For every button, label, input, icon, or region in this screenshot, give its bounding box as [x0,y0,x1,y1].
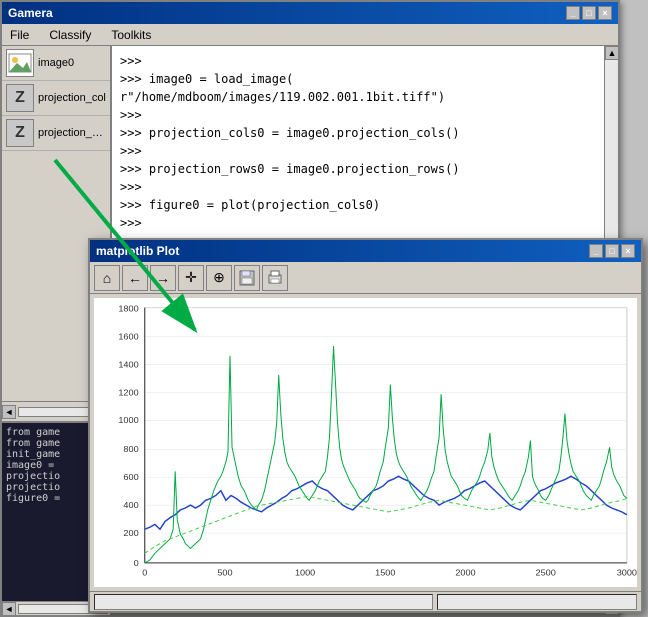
console-line-3: >>> [120,106,596,124]
svg-text:0: 0 [134,558,139,568]
matplotlib-status-right [437,594,637,610]
toolbar-zoom-button[interactable]: ⊕ [206,265,232,291]
svg-text:500: 500 [217,568,232,578]
svg-text:2500: 2500 [536,568,556,578]
console-line-7: >>> [120,178,596,196]
svg-text:1800: 1800 [118,304,138,314]
toolbar-back-button[interactable]: ← [122,265,148,291]
svg-text:400: 400 [123,500,138,510]
sidebar-label-projection-cols: projection_col [38,92,106,104]
sidebar-item-image0[interactable]: image0 [2,46,110,81]
svg-text:1200: 1200 [118,388,138,398]
console-line-9: >>> [120,214,596,232]
console-line-2: r"/home/mdboom/images/119.002.001.1bit.t… [120,88,596,106]
matplotlib-title-buttons: _ □ × [589,244,635,258]
svg-text:1600: 1600 [118,332,138,342]
console-line-1: >>> image0 = load_image( [120,70,596,88]
toolbar-save-button[interactable] [234,265,260,291]
close-button[interactable]: × [598,6,612,20]
svg-text:3000: 3000 [617,568,637,578]
matplotlib-body: 1800 1600 1400 1200 1000 800 600 400 200… [90,294,641,611]
menu-file[interactable]: File [6,26,33,44]
matplotlib-minimize[interactable]: _ [589,244,603,258]
menu-toolkits[interactable]: Toolkits [107,26,155,44]
svg-text:200: 200 [123,528,138,538]
console-line-5: >>> [120,142,596,160]
gamera-title-bar: Gamera _ □ × [2,2,618,24]
sb-scroll-left[interactable]: ◄ [2,602,16,616]
svg-text:1400: 1400 [118,360,138,370]
svg-text:1500: 1500 [375,568,395,578]
menu-classify[interactable]: Classify [45,26,95,44]
plot-area: 1800 1600 1400 1200 1000 800 600 400 200… [94,298,637,587]
title-bar-buttons: _ □ × [566,6,612,20]
svg-text:1000: 1000 [118,415,138,425]
plot-svg: 1800 1600 1400 1200 1000 800 600 400 200… [94,298,637,587]
svg-text:1000: 1000 [295,568,315,578]
console-line-4: >>> projection_cols0 = image0.projection… [120,124,596,142]
toolbar-print-button[interactable] [262,265,288,291]
svg-text:800: 800 [123,444,138,454]
matplotlib-close[interactable]: × [621,244,635,258]
toolbar-pan-button[interactable]: ✛ [178,265,204,291]
matplotlib-status-bar [90,591,641,611]
matplotlib-toolbar: ⌂ ← → ✛ ⊕ [90,262,641,294]
console-line-0: >>> [120,52,596,70]
console-line-8: >>> figure0 = plot(projection_cols0) [120,196,596,214]
svg-text:2000: 2000 [455,568,475,578]
sidebar-scroll-left[interactable]: ◄ [2,405,16,419]
svg-text:600: 600 [123,472,138,482]
sidebar-label-image0: image0 [38,57,74,69]
sidebar-item-projection-rows[interactable]: Z projection_row [2,116,110,151]
matplotlib-window: matplotlib Plot _ □ × ⌂ ← → ✛ ⊕ [88,238,643,613]
maximize-button[interactable]: □ [582,6,596,20]
sidebar-label-projection-rows: projection_row [38,127,106,139]
minimize-button[interactable]: _ [566,6,580,20]
svg-text:0: 0 [142,568,147,578]
sidebar-item-projection-cols[interactable]: Z projection_col [2,81,110,116]
toolbar-home-button[interactable]: ⌂ [94,265,120,291]
matplotlib-title-bar: matplotlib Plot _ □ × [90,240,641,262]
menu-bar: File Classify Toolkits [2,24,618,46]
projection-rows-icon: Z [6,119,34,147]
projection-cols-icon: Z [6,84,34,112]
vscroll-up[interactable]: ▲ [605,46,618,60]
matplotlib-maximize[interactable]: □ [605,244,619,258]
toolbar-forward-button[interactable]: → [150,265,176,291]
image0-icon [6,49,34,77]
gamera-title: Gamera [8,6,53,20]
console-line-6: >>> projection_rows0 = image0.projection… [120,160,596,178]
matplotlib-title: matplotlib Plot [96,244,179,258]
matplotlib-status-left [94,594,433,610]
